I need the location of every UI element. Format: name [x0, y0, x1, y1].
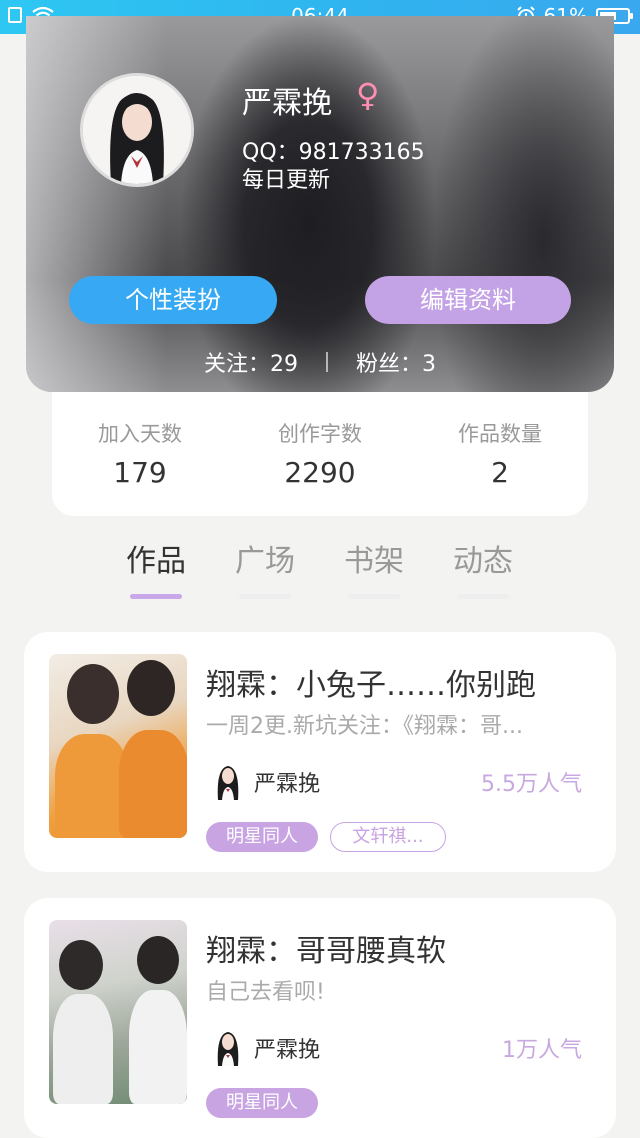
profile-tabs: 作品 广场 书架 动态 [0, 530, 640, 600]
cover-figure [59, 940, 103, 990]
stat-label: 创作字数 [278, 422, 362, 446]
tab-indicator [457, 594, 509, 599]
tab-label: 书架 [344, 544, 404, 579]
followers-count[interactable]: 粉丝：3 [356, 346, 436, 378]
tab-label: 动态 [453, 544, 513, 579]
female-gender-icon: ♀ [356, 76, 380, 114]
book-card[interactable]: 翔霖：小兔子……你别跑 一周2更.新坑关注：《翔霖：哥... 严霖挽 5.5万人… [24, 632, 616, 872]
book-cover[interactable] [49, 920, 187, 1104]
book-title[interactable]: 翔霖：哥哥腰真软 [206, 926, 446, 970]
popularity: 5.5万人气 [481, 772, 582, 797]
cover-figure [127, 660, 175, 716]
author-name: 严霖挽 [254, 1038, 321, 1063]
tag-character[interactable]: 文轩祺... [330, 822, 446, 852]
profile-bio: 每日更新 [242, 168, 331, 193]
stat-work-count: 作品数量 2 [420, 418, 580, 489]
stats-card: 加入天数 179 创作字数 2290 作品数量 2 [52, 392, 588, 516]
stat-label: 作品数量 [458, 422, 542, 446]
cover-figure [67, 664, 119, 724]
profile-avatar[interactable] [80, 73, 194, 187]
author-name: 严霖挽 [254, 772, 321, 797]
stat-value: 2 [491, 456, 509, 489]
tab-indicator [348, 594, 400, 599]
tab-plaza[interactable]: 广场 [210, 536, 320, 599]
stat-join-days: 加入天数 179 [60, 418, 220, 489]
book-title[interactable]: 翔霖：小兔子……你别跑 [206, 660, 536, 704]
book-description: 一周2更.新坑关注：《翔霖：哥... [206, 714, 523, 739]
stat-value: 179 [113, 456, 167, 489]
customize-appearance-button[interactable]: 个性装扮 [69, 276, 277, 324]
cover-figure [55, 734, 129, 838]
tab-indicator [130, 594, 182, 599]
tab-label: 广场 [235, 544, 295, 579]
book-description: 自己去看呗! [206, 980, 325, 1005]
author-avatar [217, 1032, 239, 1066]
tag-celebrity-fanfic[interactable]: 明星同人 [206, 1088, 318, 1118]
cover-figure [53, 994, 113, 1104]
book-cover[interactable] [49, 654, 187, 838]
stat-word-count: 创作字数 2290 [240, 418, 400, 489]
tab-indicator [239, 594, 291, 599]
follow-stats: 关注：29 粉丝：3 [26, 346, 614, 378]
tab-bookshelf[interactable]: 书架 [319, 536, 429, 599]
following-count[interactable]: 关注：29 [204, 346, 298, 378]
stat-value: 2290 [284, 456, 356, 489]
edit-profile-button[interactable]: 编辑资料 [365, 276, 571, 324]
profile-header: 严霖挽 ♀ QQ：981733165 每日更新 个性装扮 编辑资料 关注：29 … [26, 16, 614, 392]
popularity: 1万人气 [502, 1038, 582, 1063]
cover-figure [119, 730, 187, 838]
cover-figure [137, 936, 179, 984]
cover-figure [129, 990, 187, 1104]
book-card[interactable]: 翔霖：哥哥腰真软 自己去看呗! 严霖挽 1万人气 明星同人 [24, 898, 616, 1138]
author-avatar [217, 766, 239, 800]
stat-label: 加入天数 [98, 422, 182, 446]
tab-works[interactable]: 作品 [101, 536, 211, 599]
tab-label: 作品 [126, 544, 186, 579]
tag-celebrity-fanfic[interactable]: 明星同人 [206, 822, 318, 852]
username: 严霖挽 [242, 86, 332, 121]
tab-activity[interactable]: 动态 [428, 536, 538, 599]
header-background [26, 16, 166, 392]
avatar-illustration [83, 76, 191, 184]
divider [326, 352, 328, 372]
